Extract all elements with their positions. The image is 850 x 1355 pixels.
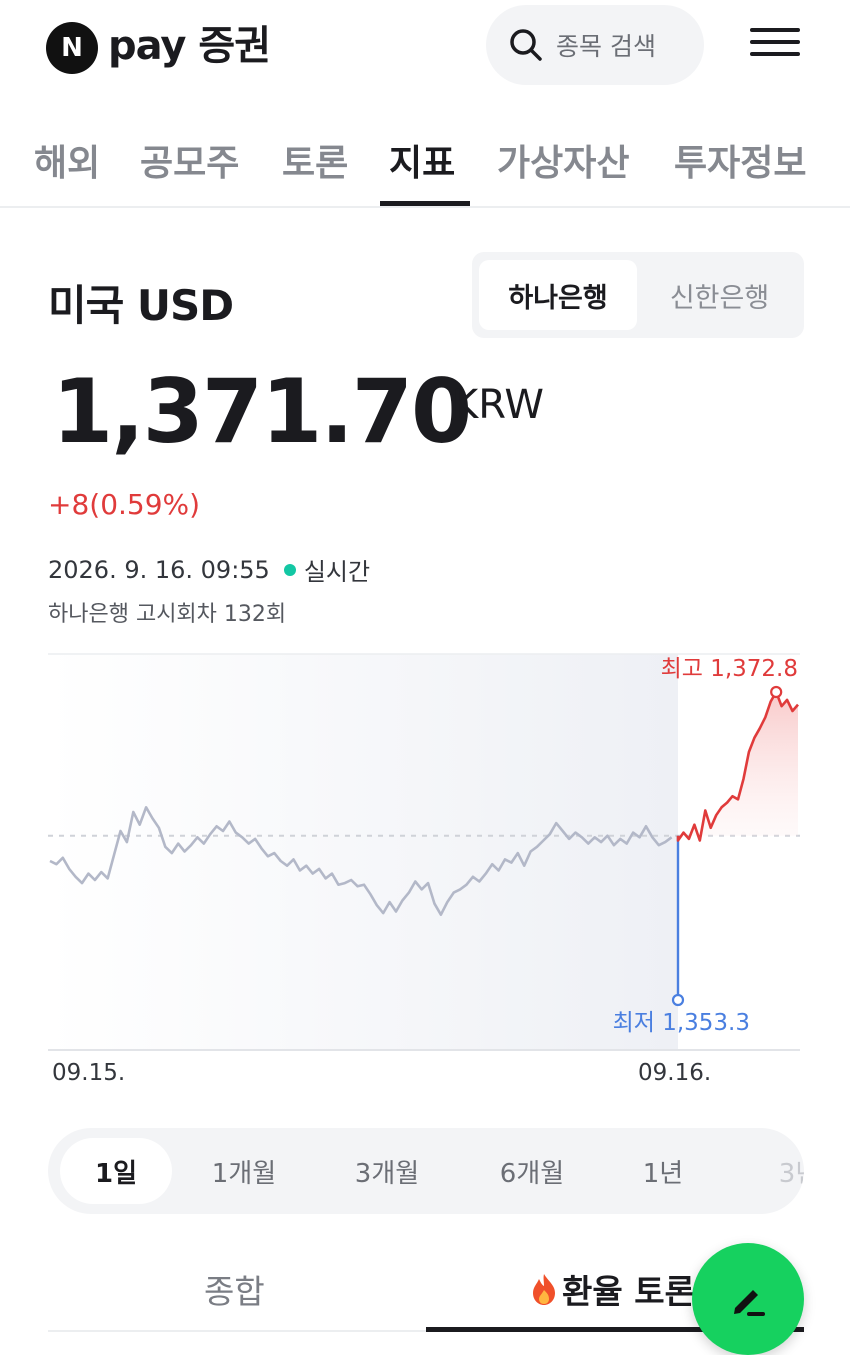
tab-discussion[interactable]: 토론 (282, 134, 348, 186)
rate-chart[interactable]: 최고 1,372.8 최저 1,353.3 09.15. 09.16. (0, 640, 850, 1100)
quote-timestamp-row: 2026. 9. 16. 09:55 실시간 (48, 552, 370, 587)
bank-toggle: 하나은행 신한은행 (472, 252, 804, 338)
tab-indicators[interactable]: 지표 (389, 134, 455, 186)
live-dot-icon (283, 563, 296, 576)
tab-fx-discussion-label: 환율 토론 (562, 1272, 695, 1311)
period-3y[interactable]: 3년 (754, 1128, 804, 1214)
period-1d[interactable]: 1일 (60, 1138, 172, 1204)
notice-round: 하나은행 고시회차 132회 (48, 602, 287, 627)
naver-logo-icon[interactable]: N (46, 22, 98, 74)
tab-investment-info[interactable]: 투자정보 (674, 134, 806, 186)
exchange-rate-price: 1,371.70 (52, 360, 472, 463)
bank-option-hana[interactable]: 하나은행 (479, 260, 637, 330)
low-marker (671, 993, 685, 1007)
period-3m[interactable]: 3개월 (331, 1128, 443, 1214)
page-title: 미국 USD (48, 281, 234, 330)
search-icon (510, 29, 542, 61)
fire-icon (533, 1274, 555, 1305)
high-marker (770, 685, 783, 699)
price-change: +8(0.59%) (48, 488, 201, 521)
live-label: 실시간 (303, 558, 371, 586)
tab-general[interactable]: 종합 (204, 1265, 265, 1313)
high-label: 최고 1,372.8 (661, 656, 798, 682)
period-1y[interactable]: 1년 (618, 1128, 708, 1214)
hamburger-menu-icon[interactable] (748, 20, 802, 70)
tab-overseas[interactable]: 해외 (34, 134, 100, 186)
x-tick-label: 09.16. (638, 1060, 711, 1086)
x-tick-label: 09.15. (52, 1060, 125, 1086)
period-1m[interactable]: 1개월 (188, 1128, 300, 1214)
bank-option-shinhan[interactable]: 신한은행 (642, 260, 797, 330)
quote-timestamp: 2026. 9. 16. 09:55 (48, 555, 270, 584)
category-tabs: 해외 공모주 토론 지표 가상자산 투자정보 (0, 120, 850, 208)
active-tab-indicator (380, 201, 470, 206)
chart-past-background (48, 654, 678, 1050)
app-title: pay 증권 (108, 23, 271, 69)
low-label: 최저 1,353.3 (613, 1010, 750, 1036)
rise-area (678, 692, 798, 841)
search-button[interactable]: 종목 검색 (486, 5, 704, 85)
currency-unit: KRW (452, 382, 544, 428)
tab-crypto[interactable]: 가상자산 (497, 134, 629, 186)
search-label: 종목 검색 (556, 32, 656, 61)
write-post-button[interactable] (692, 1243, 804, 1355)
tab-fx-discussion[interactable]: 환율 토론 (530, 1265, 695, 1313)
period-6m[interactable]: 6개월 (476, 1128, 588, 1214)
tab-ipo[interactable]: 공모주 (140, 134, 239, 186)
period-selector: 1일 1개월 3개월 6개월 1년 3년 (48, 1128, 804, 1214)
pencil-icon (734, 1290, 765, 1316)
